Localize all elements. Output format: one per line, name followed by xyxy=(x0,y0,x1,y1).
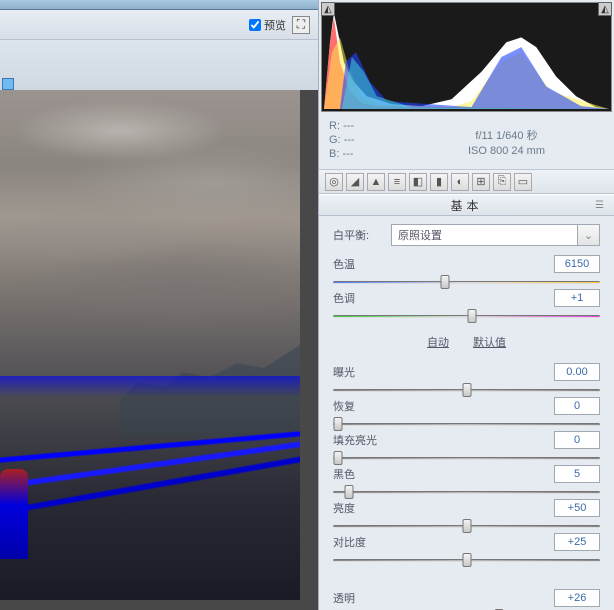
slider-track-brightness[interactable] xyxy=(333,519,600,533)
slider-temp: 色温 6150 xyxy=(333,255,600,289)
exif-iso-focal: ISO 800 24 mm xyxy=(409,145,604,157)
slider-thumb-contrast[interactable] xyxy=(462,553,471,567)
slider-value-blacks[interactable]: 5 xyxy=(554,465,600,483)
lens-icon[interactable]: ◐ xyxy=(451,173,469,191)
slider-value-clarity[interactable]: +26 xyxy=(554,589,600,607)
lines-icon[interactable]: ≡ xyxy=(388,173,406,191)
wb-select[interactable]: 原照设置 xyxy=(391,224,578,246)
slider-label-tint: 色调 xyxy=(333,290,355,306)
triangle-icon[interactable]: ▲ xyxy=(367,173,385,191)
slider-thumb-blacks[interactable] xyxy=(345,485,354,499)
slider-contrast: 对比度 +25 xyxy=(333,533,600,567)
exif-readout: R: --- G: --- B: --- f/11 1/640 秒 ISO 80… xyxy=(319,114,614,170)
panel-menu-icon[interactable]: ☰ xyxy=(595,200,608,211)
preset-icon[interactable]: ▭ xyxy=(514,173,532,191)
slider-track-blacks[interactable] xyxy=(333,485,600,499)
preview-label: 预览 xyxy=(264,17,286,33)
slider-label-clarity: 透明 xyxy=(333,590,355,606)
slider-track-temp[interactable] xyxy=(333,275,600,289)
slider-value-brightness[interactable]: +50 xyxy=(554,499,600,517)
slider-track-contrast[interactable] xyxy=(333,553,600,567)
slider-value-contrast[interactable]: +25 xyxy=(554,533,600,551)
preview-toggle[interactable]: 预览 xyxy=(249,17,286,33)
fx-icon[interactable]: ⊞ xyxy=(472,173,490,191)
preview-header: 预览 ⛶ xyxy=(0,10,318,40)
slider-thumb-fill[interactable] xyxy=(334,451,343,465)
auto-button[interactable]: 自动 xyxy=(427,334,449,350)
exif-aperture-shutter: f/11 1/640 秒 xyxy=(409,127,604,143)
camera-icon[interactable]: ⎘ xyxy=(493,173,511,191)
slider-label-contrast: 对比度 xyxy=(333,534,366,550)
slider-brightness: 亮度 +50 xyxy=(333,499,600,533)
slider-label-exposure: 曝光 xyxy=(333,364,355,380)
aperture-icon[interactable]: ◎ xyxy=(325,173,343,191)
document-tab[interactable] xyxy=(2,78,14,90)
slider-exposure: 曝光 0.00 xyxy=(333,363,600,397)
slider-label-blacks: 黑色 xyxy=(333,466,355,482)
chevron-down-icon[interactable]: ⌄ xyxy=(578,224,600,246)
slider-value-fill[interactable]: 0 xyxy=(554,431,600,449)
slider-value-temp[interactable]: 6150 xyxy=(554,255,600,273)
slider-label-brightness: 亮度 xyxy=(333,500,355,516)
slider-thumb-tint[interactable] xyxy=(467,309,476,323)
fullscreen-icon[interactable]: ⛶ xyxy=(292,16,310,34)
slider-track-tint[interactable] xyxy=(333,309,600,323)
panel-header-basic[interactable]: 基本 ☰ xyxy=(319,194,614,216)
shadow-clip-icon[interactable]: ◭ xyxy=(321,2,335,16)
adjustment-tabs: ◎◢▲≡◧▮◐⊞⎘▭ xyxy=(319,170,614,194)
photo-content xyxy=(0,90,300,600)
slider-track-fill[interactable] xyxy=(333,451,600,465)
slider-value-exposure[interactable]: 0.00 xyxy=(554,363,600,381)
slider-recovery: 恢复 0 xyxy=(333,397,600,431)
slider-thumb-exposure[interactable] xyxy=(462,383,471,397)
default-button[interactable]: 默认值 xyxy=(473,334,506,350)
slider-blacks: 黑色 5 xyxy=(333,465,600,499)
histogram[interactable]: ◭ ◭ xyxy=(321,2,612,112)
slider-clarity: 透明 +26 xyxy=(333,589,600,610)
brush-icon[interactable]: ▮ xyxy=(430,173,448,191)
slider-track-exposure[interactable] xyxy=(333,383,600,397)
slider-value-tint[interactable]: +1 xyxy=(554,289,600,307)
highlight-clip-icon[interactable]: ◭ xyxy=(598,2,612,16)
image-preview[interactable] xyxy=(0,90,318,610)
wb-label: 白平衡: xyxy=(333,227,385,243)
slider-track-recovery[interactable] xyxy=(333,417,600,431)
preview-tab-strip xyxy=(0,40,318,90)
slider-thumb-temp[interactable] xyxy=(441,275,450,289)
slider-label-recovery: 恢复 xyxy=(333,398,355,414)
slider-tint: 色调 +1 xyxy=(333,289,600,323)
window-titlebar xyxy=(0,0,318,10)
curves-icon[interactable]: ◢ xyxy=(346,173,364,191)
split-icon[interactable]: ◧ xyxy=(409,173,427,191)
slider-label-fill: 填充亮光 xyxy=(333,432,377,448)
slider-label-temp: 色温 xyxy=(333,256,355,272)
slider-thumb-brightness[interactable] xyxy=(462,519,471,533)
slider-fill: 填充亮光 0 xyxy=(333,431,600,465)
slider-thumb-recovery[interactable] xyxy=(334,417,343,431)
slider-value-recovery[interactable]: 0 xyxy=(554,397,600,415)
